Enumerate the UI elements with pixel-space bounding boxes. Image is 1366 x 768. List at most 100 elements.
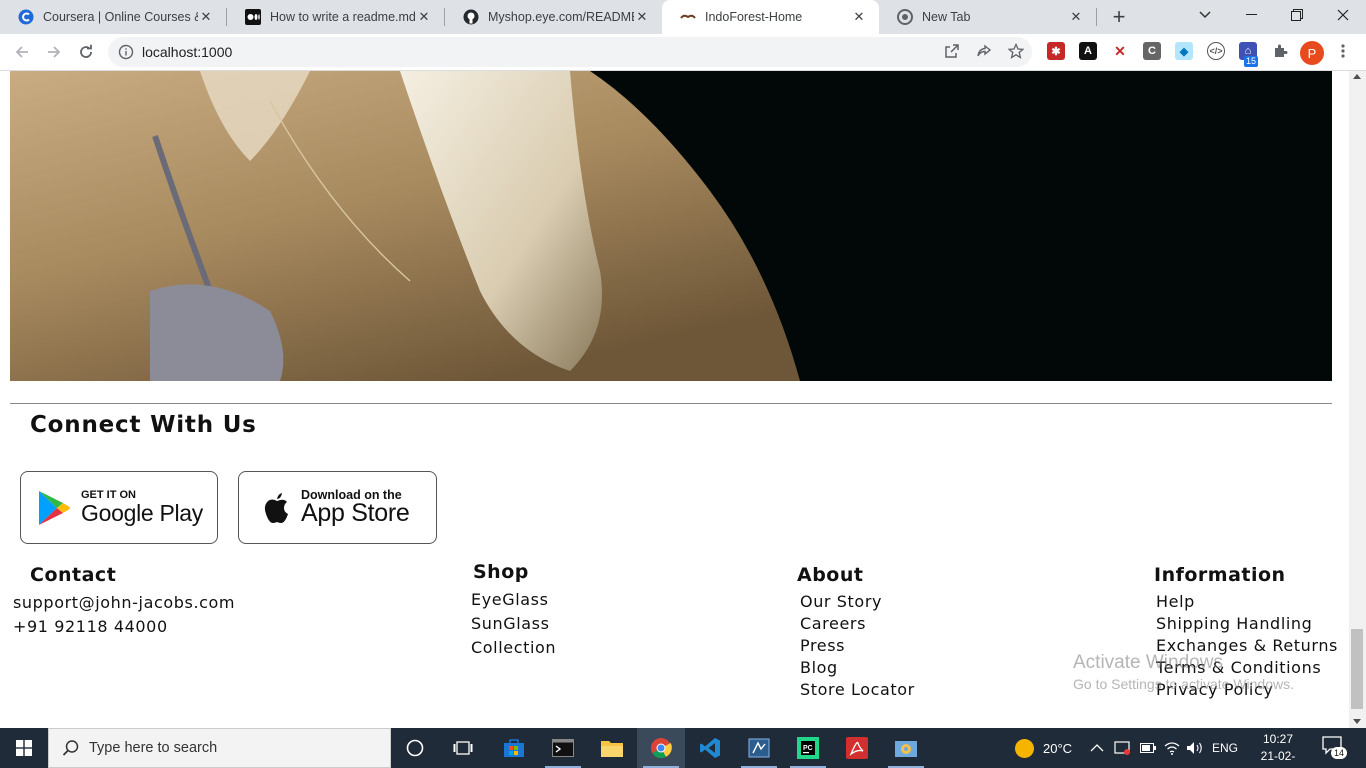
contact-email[interactable]: support@john-jacobs.com: [13, 593, 235, 612]
cortana-icon[interactable]: [391, 728, 439, 768]
windows-start-button[interactable]: [0, 728, 48, 768]
tab-github-readme[interactable]: Myshop.eye.com/README.md ✕: [445, 0, 662, 34]
taskbar-search-box[interactable]: Type here to search: [48, 728, 391, 768]
tab-indoforest-home[interactable]: IndoForest-Home ✕: [662, 0, 879, 34]
tab-new-tab[interactable]: New Tab ✕: [879, 0, 1096, 34]
task-view-icon[interactable]: [439, 728, 487, 768]
weather-widget[interactable]: 20°C: [1015, 728, 1072, 768]
info-icon[interactable]: [118, 44, 134, 60]
contact-heading: Contact: [30, 564, 117, 586]
close-icon[interactable]: ✕: [416, 9, 432, 25]
extension-icon-red[interactable]: ✱: [1047, 42, 1065, 60]
coursera-icon: [18, 9, 34, 25]
clock-date: 21-02-2022: [1260, 749, 1296, 768]
vscode-icon[interactable]: [686, 728, 734, 768]
temperature-text: 20°C: [1043, 740, 1073, 756]
restore-button[interactable]: [1274, 0, 1320, 30]
minimize-button[interactable]: [1228, 0, 1274, 30]
info-link-shipping[interactable]: Shipping Handling: [1156, 614, 1312, 633]
scroll-up-arrow-icon[interactable]: [1353, 74, 1361, 79]
google-play-icon: [37, 490, 71, 526]
app-store-button[interactable]: Download on the App Store: [238, 471, 437, 544]
close-icon[interactable]: ✕: [198, 9, 214, 25]
sun-icon: [1015, 738, 1034, 758]
wifi-icon[interactable]: [1164, 728, 1180, 768]
page-viewport: Connect With Us GET IT ON Google Play Do…: [0, 71, 1349, 728]
adobe-acrobat-icon[interactable]: [833, 728, 881, 768]
terminal-icon[interactable]: [539, 728, 587, 768]
about-link-blog[interactable]: Blog: [800, 658, 838, 677]
about-link-careers[interactable]: Careers: [800, 614, 866, 633]
show-hidden-icons[interactable]: [1090, 728, 1104, 768]
close-icon[interactable]: ✕: [634, 9, 650, 25]
input-language[interactable]: ENG: [1212, 728, 1238, 768]
info-link-help[interactable]: Help: [1156, 592, 1195, 611]
volume-icon[interactable]: [1186, 728, 1204, 768]
close-window-button[interactable]: [1320, 0, 1366, 30]
activate-windows-subtitle: Go to Settings to activate Windows.: [1073, 676, 1294, 692]
tab-label: How to write a readme.md file: [270, 10, 416, 24]
close-icon[interactable]: ✕: [851, 9, 867, 25]
page-scrollbar[interactable]: [1349, 71, 1366, 728]
github-icon: [463, 9, 479, 25]
shop-link-collection[interactable]: Collection: [471, 638, 556, 657]
close-icon[interactable]: ✕: [1068, 9, 1084, 25]
microsoft-store-icon[interactable]: [490, 728, 538, 768]
tab-search-chevron-icon[interactable]: [1182, 0, 1228, 30]
hero-image: [10, 71, 1332, 381]
new-tab-button[interactable]: +: [1106, 4, 1132, 30]
extension-icon-circle[interactable]: </>: [1207, 42, 1225, 60]
app-icon-blue-window[interactable]: [735, 728, 783, 768]
contact-phone[interactable]: +91 92118 44000: [13, 617, 168, 636]
about-link-our-story[interactable]: Our Story: [800, 592, 882, 611]
address-bar[interactable]: localhost:1000: [108, 37, 1032, 67]
connect-with-us-heading: Connect With Us: [30, 412, 257, 438]
app-store-big-text: App Store: [301, 499, 410, 527]
open-in-app-icon[interactable]: [943, 42, 961, 60]
share-icon[interactable]: [975, 42, 993, 60]
tab-divider: [1096, 8, 1097, 26]
tab-label: IndoForest-Home: [705, 10, 803, 24]
file-explorer-icon[interactable]: [588, 728, 636, 768]
search-icon: [62, 739, 80, 757]
svg-text:PC: PC: [803, 745, 813, 752]
chrome-icon: [897, 9, 913, 25]
extension-icon-lightblue[interactable]: ◆: [1175, 42, 1193, 60]
browser-tab-strip: Coursera | Online Courses & Cr ✕ How to …: [0, 0, 1366, 34]
tab-readme-article[interactable]: How to write a readme.md file ✕: [227, 0, 444, 34]
app-icon-folder-gear[interactable]: [882, 728, 930, 768]
bookmark-star-icon[interactable]: [1007, 42, 1025, 60]
site-favicon: [680, 9, 696, 25]
reload-button[interactable]: [72, 38, 100, 66]
back-button[interactable]: [8, 38, 36, 66]
chrome-taskbar-icon[interactable]: [637, 728, 685, 768]
about-link-store-locator[interactable]: Store Locator: [800, 680, 915, 699]
information-heading: Information: [1154, 564, 1286, 586]
shop-link-sunglass[interactable]: SunGlass: [471, 614, 550, 633]
footer-divider: [10, 403, 1332, 404]
extension-icon-c[interactable]: C: [1143, 42, 1161, 60]
extension-icon-cross[interactable]: ✕: [1111, 42, 1129, 60]
scroll-down-arrow-icon[interactable]: [1353, 719, 1361, 724]
forward-button[interactable]: [40, 38, 68, 66]
profile-avatar[interactable]: P: [1300, 41, 1324, 65]
browser-toolbar: localhost:1000 ✱ A ✕ C ◆ </> ⌂ 15: [0, 34, 1366, 71]
scroll-thumb[interactable]: [1351, 629, 1363, 709]
tray-app-icon[interactable]: [1114, 728, 1132, 768]
apple-icon: [263, 492, 291, 524]
menu-kebab-icon[interactable]: [1334, 42, 1352, 60]
search-placeholder: Type here to search: [89, 740, 218, 756]
extensions-puzzle-icon[interactable]: [1271, 42, 1289, 60]
about-heading: About: [797, 564, 864, 586]
tab-coursera[interactable]: Coursera | Online Courses & Cr ✕: [0, 0, 226, 34]
action-center-button[interactable]: 14: [1322, 736, 1348, 760]
about-link-press[interactable]: Press: [800, 636, 845, 655]
pycharm-icon[interactable]: PC: [784, 728, 832, 768]
angular-extension-icon[interactable]: A: [1079, 42, 1097, 60]
system-clock[interactable]: 10:27 21-02-2022: [1248, 731, 1308, 768]
battery-icon[interactable]: [1140, 728, 1156, 768]
medium-icon: [245, 9, 261, 25]
google-play-button[interactable]: GET IT ON Google Play: [20, 471, 218, 544]
shop-link-eyeglass[interactable]: EyeGlass: [471, 590, 549, 609]
language-text: ENG: [1212, 741, 1239, 755]
